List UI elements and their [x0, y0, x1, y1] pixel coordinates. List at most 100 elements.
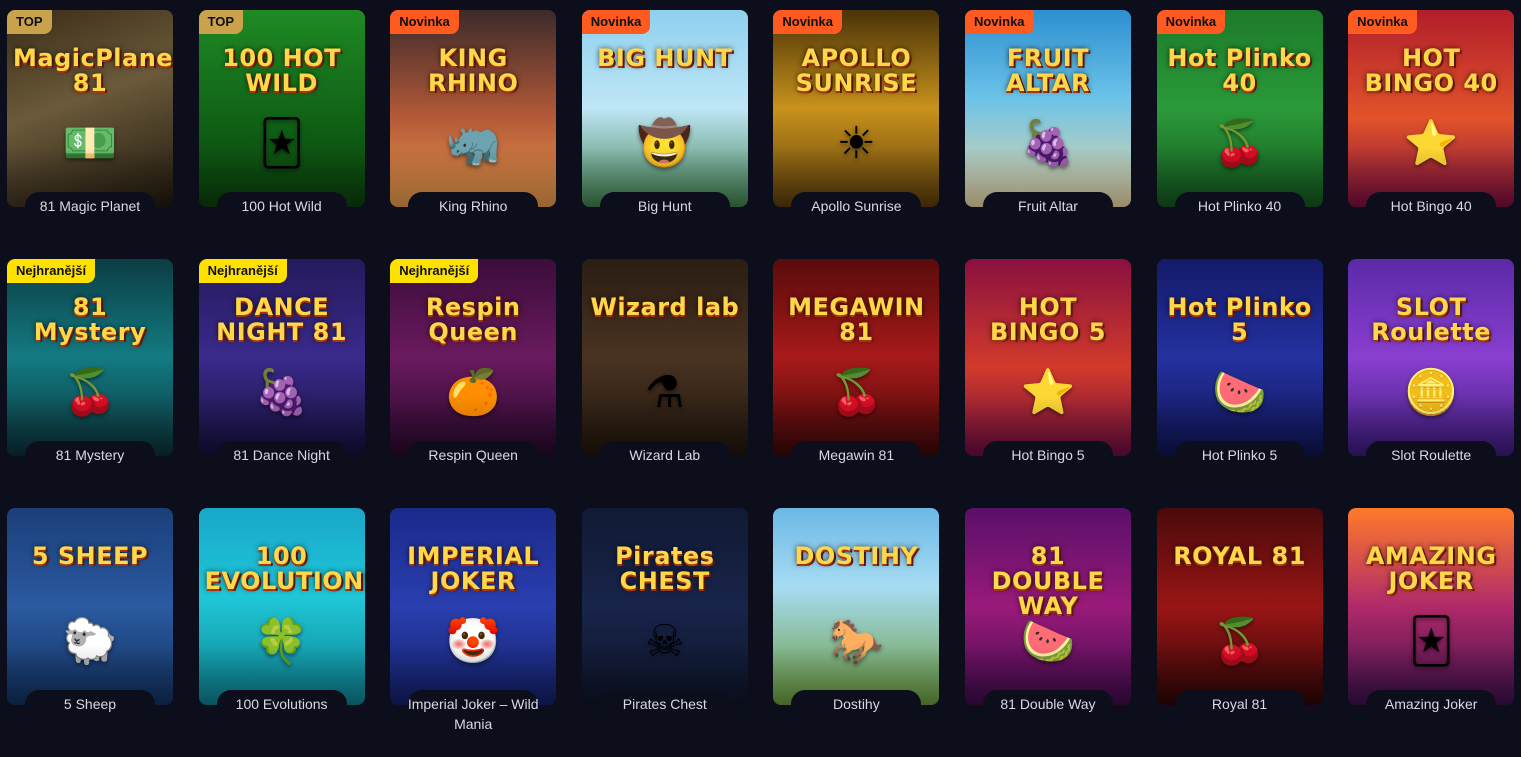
game-thumbnail[interactable]: BIG HUNT 🤠	[581, 10, 748, 207]
game-tile[interactable]: Hot Plinko 40 🍒 Novinka Hot Plinko 40	[1156, 10, 1323, 259]
game-tile[interactable]: ROYAL 81 🍒 Royal 81	[1156, 508, 1323, 757]
game-title[interactable]: 100 Hot Wild	[209, 196, 355, 216]
game-logo-text: 100 HOT WILD	[222, 44, 341, 98]
game-tile[interactable]: Hot Plinko 5 🍉 Hot Plinko 5	[1156, 259, 1323, 508]
game-logo-text: Wizard lab	[590, 293, 740, 321]
game-tile[interactable]: HOT BINGO 5 ⭐ Hot Bingo 5	[964, 259, 1131, 508]
game-badge: Nejhranější	[198, 259, 287, 283]
game-badge: Novinka	[581, 10, 651, 34]
game-logo-text: KING RHINO	[427, 44, 519, 98]
game-title[interactable]: 81 Double Way	[975, 694, 1121, 714]
game-tile[interactable]: SLOT Roulette 🪙 Slot Roulette	[1348, 259, 1515, 508]
game-thumbnail[interactable]: Pirates CHEST ☠	[581, 508, 748, 705]
game-title[interactable]: Fruit Altar	[975, 196, 1121, 216]
game-tile[interactable]: BIG HUNT 🤠 Novinka Big Hunt	[581, 10, 748, 259]
game-logo-text: Hot Plinko 5	[1167, 293, 1312, 347]
game-tile[interactable]: IMPERIAL JOKER 🤡 Imperial Joker – Wild Man…	[390, 508, 557, 757]
game-tile[interactable]: AMAZING JOKER 🃏 Amazing Joker	[1348, 508, 1515, 757]
game-badge: Novinka	[773, 10, 842, 34]
game-tile[interactable]: Respin Queen 🍊 Nejhranější Respin Queen	[390, 259, 557, 508]
game-title[interactable]: 81 Mystery	[17, 445, 163, 465]
game-tile[interactable]: DANCE NIGHT 81 🍇 Nejhranější 81 Dance Night	[198, 259, 365, 508]
game-badge: Novinka	[964, 10, 1034, 34]
game-title[interactable]: 5 Sheep	[17, 694, 163, 714]
game-thumbnail[interactable]: Respin Queen 🍊	[390, 259, 557, 456]
game-logo-text: HOT BINGO 5	[989, 293, 1106, 347]
game-thumbnail[interactable]: 81 DOUBLE WAY 🍉	[964, 508, 1131, 705]
game-thumbnail[interactable]: Wizard lab ⚗	[581, 259, 748, 456]
game-thumbnail[interactable]: 100 HOT WILD 🃏	[198, 10, 365, 207]
game-tile[interactable]: 81 DOUBLE WAY 🍉 81 Double Way	[964, 508, 1131, 757]
game-title[interactable]: Royal 81	[1167, 694, 1313, 714]
game-thumbnail[interactable]: FRUIT ALTAR 🍇	[964, 10, 1131, 207]
game-tile[interactable]: DOSTIHY 🐎 Dostihy	[773, 508, 940, 757]
game-logo-text: Pirates CHEST	[615, 542, 715, 596]
game-thumbnail[interactable]: KING RHINO 🦏	[390, 10, 557, 207]
game-thumbnail[interactable]: 81 Mystery 🍒	[7, 259, 173, 456]
game-tile[interactable]: MEGAWIN 81 🍒 Megawin 81	[773, 259, 940, 508]
game-title[interactable]: Hot Bingo 40	[1358, 196, 1504, 216]
game-tile[interactable]: HOT BINGO 40 ⭐ Novinka Hot Bingo 40	[1348, 10, 1515, 259]
game-title[interactable]: Amazing Joker	[1358, 694, 1504, 714]
game-title[interactable]: King Rhino	[400, 196, 546, 216]
game-tile[interactable]: FRUIT ALTAR 🍇 Novinka Fruit Altar	[964, 10, 1131, 259]
game-thumbnail[interactable]: DOSTIHY 🐎	[773, 508, 940, 705]
game-title[interactable]: Big Hunt	[592, 196, 738, 216]
game-logo-text: 81 Mystery	[33, 293, 147, 347]
game-title[interactable]: 81 Magic Planet	[17, 196, 163, 216]
game-thumbnail[interactable]: SLOT Roulette 🪙	[1348, 259, 1515, 456]
game-logo-text: HOT BINGO 40	[1364, 44, 1498, 98]
game-logo-text: FRUIT ALTAR	[1005, 44, 1090, 98]
game-logo-text: MagicPlanet 81	[13, 44, 173, 98]
game-title[interactable]: Megawin 81	[783, 445, 929, 465]
game-tile[interactable]: APOLLO SUNRISE ☀ Novinka Apollo Sunrise	[773, 10, 940, 259]
game-tile[interactable]: 81 Mystery 🍒 Nejhranější 81 Mystery	[7, 259, 173, 508]
game-badge: Novinka	[390, 10, 459, 34]
game-thumbnail[interactable]: IMPERIAL JOKER 🤡	[390, 508, 557, 705]
game-badge: Nejhranější	[7, 259, 96, 283]
game-badge: TOP	[198, 10, 244, 34]
game-thumbnail[interactable]: APOLLO SUNRISE ☀	[773, 10, 940, 207]
game-title[interactable]: 100 Evolutions	[209, 694, 355, 714]
game-title[interactable]: Apollo Sunrise	[783, 196, 929, 216]
game-tile[interactable]: MagicPlanet 81 💵 TOP 81 Magic Planet	[7, 10, 173, 259]
game-thumbnail[interactable]: HOT BINGO 5 ⭐	[964, 259, 1131, 456]
game-thumbnail[interactable]: DANCE NIGHT 81 🍇	[198, 259, 365, 456]
game-logo-text: DANCE NIGHT 81	[216, 293, 348, 347]
game-title[interactable]: 81 Dance Night	[209, 445, 355, 465]
game-title[interactable]: Wizard Lab	[592, 445, 738, 465]
game-thumbnail[interactable]: HOT BINGO 40 ⭐	[1348, 10, 1515, 207]
game-logo-text: 81 DOUBLE WAY	[991, 542, 1105, 621]
game-title[interactable]: Hot Plinko 5	[1167, 445, 1313, 465]
game-tile[interactable]: 100 EVOLUTIONS 🍀 100 Evolutions	[198, 508, 365, 757]
game-title[interactable]: Respin Queen	[400, 445, 546, 465]
game-thumbnail[interactable]: ROYAL 81 🍒	[1156, 508, 1323, 705]
game-thumbnail[interactable]: 100 EVOLUTIONS 🍀	[198, 508, 365, 705]
game-tile[interactable]: 100 HOT WILD 🃏 TOP 100 Hot Wild	[198, 10, 365, 259]
game-tile[interactable]: 5 SHEEP 🐑 5 Sheep	[7, 508, 173, 757]
game-tile[interactable]: KING RHINO 🦏 Novinka King Rhino	[390, 10, 557, 259]
game-thumbnail[interactable]: MEGAWIN 81 🍒	[773, 259, 940, 456]
game-thumbnail[interactable]: Hot Plinko 40 🍒	[1156, 10, 1323, 207]
game-thumbnail[interactable]: MagicPlanet 81 💵	[7, 10, 173, 207]
game-badge: Nejhranější	[390, 259, 479, 283]
game-logo-text: SLOT Roulette	[1371, 293, 1492, 347]
game-thumbnail[interactable]: Hot Plinko 5 🍉	[1156, 259, 1323, 456]
game-tile[interactable]: Pirates CHEST ☠ Pirates Chest	[581, 508, 748, 757]
game-badge: TOP	[7, 10, 52, 34]
game-logo-text: Respin Queen	[425, 293, 521, 347]
game-thumbnail[interactable]: AMAZING JOKER 🃏	[1348, 508, 1515, 705]
game-logo-text: MEGAWIN 81	[788, 293, 925, 347]
game-title[interactable]: Imperial Joker – Wild Mania	[400, 694, 546, 734]
game-title[interactable]: Hot Plinko 40	[1167, 196, 1313, 216]
game-title[interactable]: Pirates Chest	[592, 694, 738, 714]
game-logo-text: ROYAL 81	[1173, 542, 1306, 570]
game-logo-text: 5 SHEEP	[31, 542, 149, 570]
game-logo-text: IMPERIAL JOKER	[407, 542, 540, 596]
game-tile[interactable]: Wizard lab ⚗ Wizard Lab	[581, 259, 748, 508]
game-title[interactable]: Dostihy	[783, 694, 929, 714]
game-title[interactable]: Hot Bingo 5	[975, 445, 1121, 465]
game-thumbnail[interactable]: 5 SHEEP 🐑	[7, 508, 173, 705]
game-badge: Novinka	[1156, 10, 1226, 34]
game-title[interactable]: Slot Roulette	[1358, 445, 1504, 465]
